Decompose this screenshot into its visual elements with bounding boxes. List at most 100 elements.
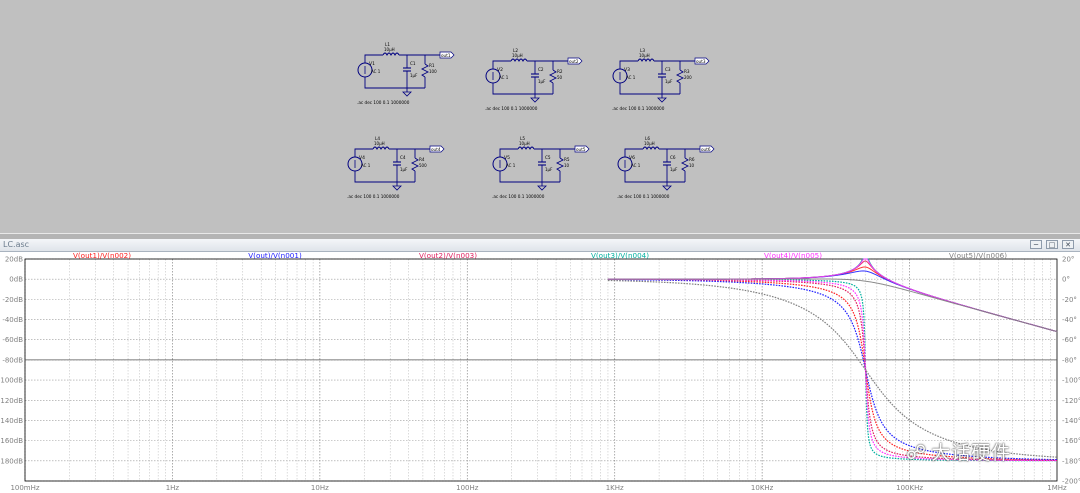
inductor-value: 10μH: [644, 141, 655, 146]
y-right-tick-label: -140°: [1062, 417, 1080, 425]
y-left-tick-label: -180dB: [0, 457, 23, 465]
trace-legend: V(out2)/V(n003): [419, 251, 477, 260]
inductor-symbol: [637, 58, 655, 63]
net-label: out6: [701, 147, 711, 152]
ground-symbol: [662, 185, 672, 191]
wire: [619, 83, 680, 95]
source-ref: V1: [369, 61, 375, 67]
close-button[interactable]: ✕: [1062, 240, 1074, 249]
source-value: AC 1: [499, 75, 509, 80]
resistor-ref: R6: [689, 157, 695, 162]
spice-directive: .ac dec 100 0.1 1000000: [617, 194, 670, 199]
wire: [499, 171, 560, 183]
capacitor-ref: C5: [545, 155, 551, 160]
wire: [624, 171, 685, 183]
spice-directive: .ac dec 100 0.1 1000000: [612, 106, 665, 111]
restore-button[interactable]: □: [1046, 240, 1058, 249]
resistor-symbol: [675, 69, 685, 84]
resistor-ref: R4: [419, 157, 425, 162]
schematic-block-4[interactable]: V4AC 1L410μHout4C41μFR4500.ac dec 100 0.…: [347, 136, 445, 199]
capacitor-ref: C1: [410, 61, 416, 66]
resistor-value: 10: [689, 163, 695, 168]
plot-frame: [24, 258, 1058, 482]
ground-symbol: [530, 97, 540, 103]
wire: [354, 171, 415, 183]
y-left-tick-label: -80dB: [2, 356, 23, 364]
inductor-value: 10μH: [374, 141, 385, 146]
inductor-symbol: [382, 52, 400, 57]
resistor-symbol: [548, 69, 558, 84]
source-value: AC 1: [371, 69, 381, 74]
source-ref: V2: [497, 67, 503, 73]
spice-directive: .ac dec 100 0.1 1000000: [492, 194, 545, 199]
inductor-symbol: [517, 146, 535, 151]
watermark-text: 大话硬件: [931, 442, 1012, 464]
spice-directive: .ac dec 100 0.1 1000000: [347, 194, 400, 199]
y-left-tick-label: 0dB: [9, 276, 23, 284]
capacitor-value: 1μF: [400, 167, 408, 172]
resistor-ref: R5: [564, 157, 570, 162]
y-right-tick-label: -40°: [1062, 316, 1077, 324]
source-ref: V5: [504, 155, 510, 161]
x-tick-label: 100mHz: [10, 484, 39, 492]
resistor-value: 100: [429, 69, 437, 74]
schematic-editor[interactable]: V1 AC 1 L1 10μH out1 C1 1μF R1 100 .ac dec 100 0.…: [0, 0, 1080, 233]
wechat-icon: ☍: [906, 440, 928, 464]
x-tick-label: 1KHz: [606, 484, 624, 492]
inductor-value: 10μH: [512, 53, 523, 58]
phase-trace: [607, 278, 1058, 461]
inductor-value: 10μH: [384, 47, 395, 52]
phase-trace: [607, 278, 1058, 461]
y-left-tick-label: -40dB: [2, 316, 23, 324]
watermark: ☍ 大话硬件: [906, 438, 1011, 465]
capacitor-ref: C4: [400, 155, 406, 160]
minimize-button[interactable]: ─: [1030, 240, 1042, 249]
y-right-tick-label: -80°: [1062, 356, 1077, 364]
trace-legend: V(out1)/V(n002): [73, 251, 131, 260]
y-right-tick-label: -200°: [1062, 478, 1080, 486]
net-label: out5: [576, 147, 586, 152]
capacitor-ref: C2: [538, 67, 544, 72]
y-left-tick-label: -60dB: [2, 336, 23, 344]
schematic-block-6[interactable]: V6AC 1L610μHout6C61μFR610.ac dec 100 0.1…: [617, 136, 715, 199]
y-right-tick-label: -20°: [1062, 296, 1077, 304]
y-right-tick-label: -180°: [1062, 457, 1080, 465]
inductor-symbol: [642, 146, 660, 151]
wire: [492, 83, 553, 95]
x-tick-label: 100Hz: [456, 484, 479, 492]
capacitor-value: 1μF: [545, 167, 553, 172]
inductor-symbol: [510, 58, 528, 63]
capacitor-value: 1μF: [665, 79, 673, 84]
x-tick-label: 100KHz: [896, 484, 923, 492]
net-label: out4: [431, 147, 441, 152]
schematic-block-3[interactable]: V3AC 1L310μHout3C31μFR3200.ac dec 100 0.…: [612, 48, 710, 111]
wire: [364, 77, 425, 89]
resistor-value: 500: [419, 163, 427, 168]
resistor-ref: R2: [557, 69, 563, 74]
capacitor-value: 1μF: [670, 167, 678, 172]
inductor-symbol: [372, 146, 390, 151]
inductor-value: 10μH: [519, 141, 530, 146]
resistor-symbol: [410, 157, 420, 172]
ground-symbol: [392, 185, 402, 191]
y-right-tick-label: 20°: [1062, 256, 1074, 264]
resistor-ref: R3: [684, 69, 690, 74]
schematic-canvas[interactable]: V1AC 1L110μHout1C11μFR1100.ac dec 100 0.…: [0, 0, 1080, 233]
y-left-tick-label: -120dB: [0, 397, 23, 405]
capacitor-ref: C3: [665, 67, 671, 72]
ground-symbol: [402, 91, 412, 97]
source-ref: V6: [629, 155, 635, 161]
schematic-block-5[interactable]: V5AC 1L510μHout5C51μFR510.ac dec 100 0.1…: [492, 136, 590, 199]
trace-legend: V(out)/V(n001): [248, 251, 302, 260]
capacitor-ref: C6: [670, 155, 676, 160]
trace-legend: V(out3)/V(n004): [591, 251, 649, 260]
resistor-symbol: [680, 157, 690, 172]
schematic-block-1[interactable]: V1AC 1L110μHout1C11μFR1100.ac dec 100 0.…: [357, 42, 455, 105]
x-tick-label: 10Hz: [311, 484, 329, 492]
inductor-value: 10μH: [639, 53, 650, 58]
source-value: AC 1: [506, 163, 516, 168]
schematic-block-2[interactable]: V2AC 1L210μHout2C21μFR250.ac dec 100 0.1…: [485, 48, 583, 111]
net-label: out2: [569, 59, 579, 64]
source-ref: V4: [359, 155, 365, 161]
y-right-tick-label: -100°: [1062, 377, 1080, 385]
